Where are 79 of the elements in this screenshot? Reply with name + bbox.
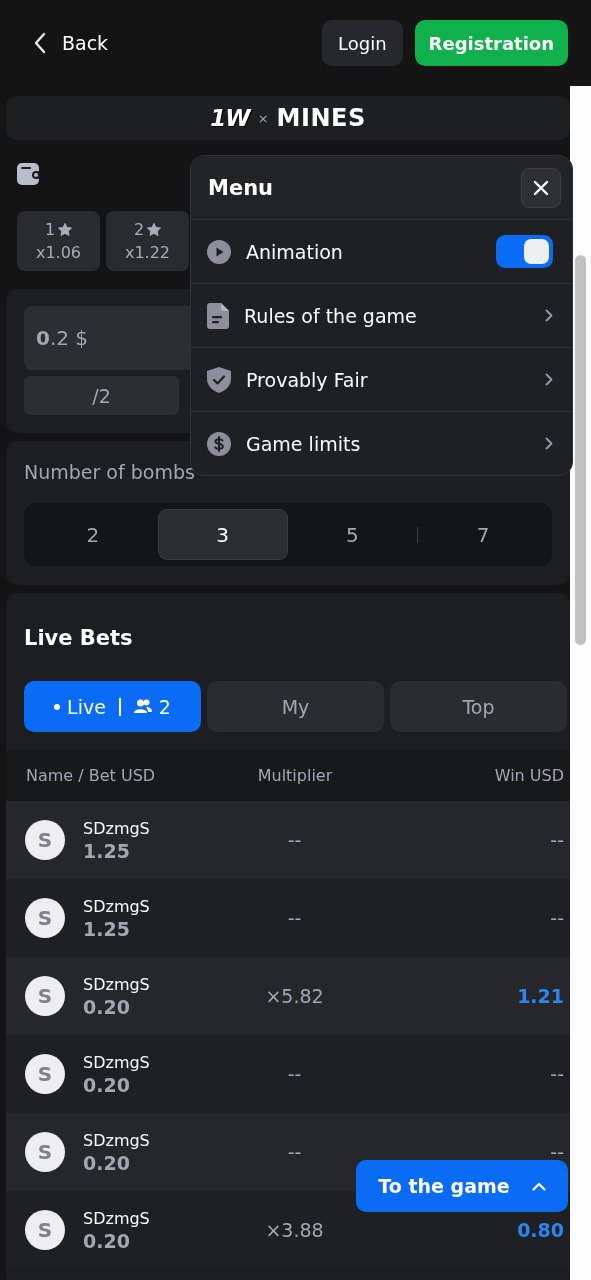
shield-check-icon: [207, 366, 231, 393]
mine-count: 1: [44, 220, 56, 239]
multiplier-value: ×3.88: [264, 1219, 325, 1241]
player-name: SDzmgS: [83, 1208, 150, 1228]
bets-tab[interactable]: Top: [390, 681, 567, 732]
avatar: S: [25, 820, 65, 860]
live-dot-icon: [54, 703, 61, 710]
bet-amount: 1.25: [83, 839, 131, 862]
bombs-option[interactable]: 2: [28, 509, 158, 560]
player-name: SDzmgS: [83, 818, 150, 838]
bets-tab[interactable]: Live 2: [24, 681, 201, 732]
column-header: Win USD: [493, 766, 564, 785]
multiplier-value: --: [286, 1141, 303, 1163]
menu-item-label: Provably Fair: [246, 368, 369, 391]
bombs-option[interactable]: 7: [418, 509, 548, 560]
player-name: SDzmgS: [83, 974, 150, 994]
column-header: Name / Bet USD: [26, 766, 157, 785]
avatar: S: [25, 1210, 65, 1250]
bet-amount: 1.25: [83, 917, 131, 940]
avatar: S: [25, 1132, 65, 1172]
menu-item-label: Game limits: [246, 432, 362, 455]
avatar: S: [25, 1054, 65, 1094]
chevron-left-icon: [33, 32, 47, 54]
player-name: SDzmgS: [83, 1130, 150, 1150]
document-icon: [207, 302, 229, 329]
win-amount: --: [549, 1141, 564, 1163]
avatar: S: [25, 898, 65, 938]
bet-amount: 0.20: [83, 1073, 131, 1096]
multiplier-value: --: [286, 907, 303, 929]
coefficient-value: x1.22: [124, 243, 171, 262]
bombs-option[interactable]: 3: [157, 509, 288, 560]
menu-item[interactable]: Animation: [191, 220, 572, 284]
back-button[interactable]: Back: [33, 32, 109, 54]
avatar: S: [25, 976, 65, 1016]
to-the-game-button[interactable]: To the game: [356, 1160, 568, 1212]
win-amount: 1.21: [516, 985, 564, 1007]
bet-amount: 0.20: [83, 1229, 131, 1252]
mine-count: 2: [133, 220, 145, 239]
bombs-option[interactable]: 5: [287, 509, 418, 560]
logo-separator: ×: [257, 110, 269, 126]
column-header: Multiplier: [256, 766, 334, 785]
live-bets-title: Live Bets: [23, 625, 134, 650]
win-amount: --: [549, 907, 564, 929]
menu-title: Menu: [208, 175, 274, 200]
close-icon: [534, 180, 548, 195]
menu-item[interactable]: Provably Fair: [191, 348, 572, 412]
halve-button[interactable]: /2: [24, 376, 179, 415]
multiplier-value: ×5.82: [264, 985, 325, 1007]
star-icon: [58, 223, 73, 236]
bets-tab[interactable]: My: [207, 681, 384, 732]
multiplier-value: --: [286, 829, 303, 851]
animation-toggle[interactable]: [496, 235, 553, 268]
chevron-up-icon: [531, 1181, 546, 1191]
wallet-icon[interactable]: [17, 163, 41, 185]
multiplier-value: --: [286, 1063, 303, 1085]
player-name: SDzmgS: [83, 1052, 150, 1072]
menu-item-label: Animation: [246, 240, 344, 263]
star-icon: [147, 223, 162, 236]
login-button[interactable]: Login: [322, 20, 403, 66]
menu-item-label: Rules of the game: [244, 304, 418, 327]
brand-logo: 1W: [210, 105, 250, 131]
bombs-label: Number of bombs: [24, 461, 196, 483]
close-button[interactable]: [521, 167, 561, 208]
chevron-right-icon: [545, 437, 553, 450]
users-icon: [133, 699, 152, 714]
win-amount: 0.80: [516, 1219, 564, 1241]
win-amount: --: [549, 829, 564, 851]
coefficient-value: x1.06: [35, 243, 82, 262]
menu-item[interactable]: Rules of the game: [191, 284, 572, 348]
bet-amount: 0.20: [83, 1151, 131, 1174]
game-title: MINES: [276, 104, 366, 132]
chevron-right-icon: [545, 309, 553, 322]
scrollbar[interactable]: [570, 86, 591, 1280]
bet-amount: 0.20: [83, 995, 131, 1018]
player-name: SDzmgS: [83, 896, 150, 916]
win-amount: --: [549, 1063, 564, 1085]
dollar-icon: [207, 431, 231, 456]
chevron-right-icon: [545, 373, 553, 386]
play-icon: [207, 239, 231, 264]
